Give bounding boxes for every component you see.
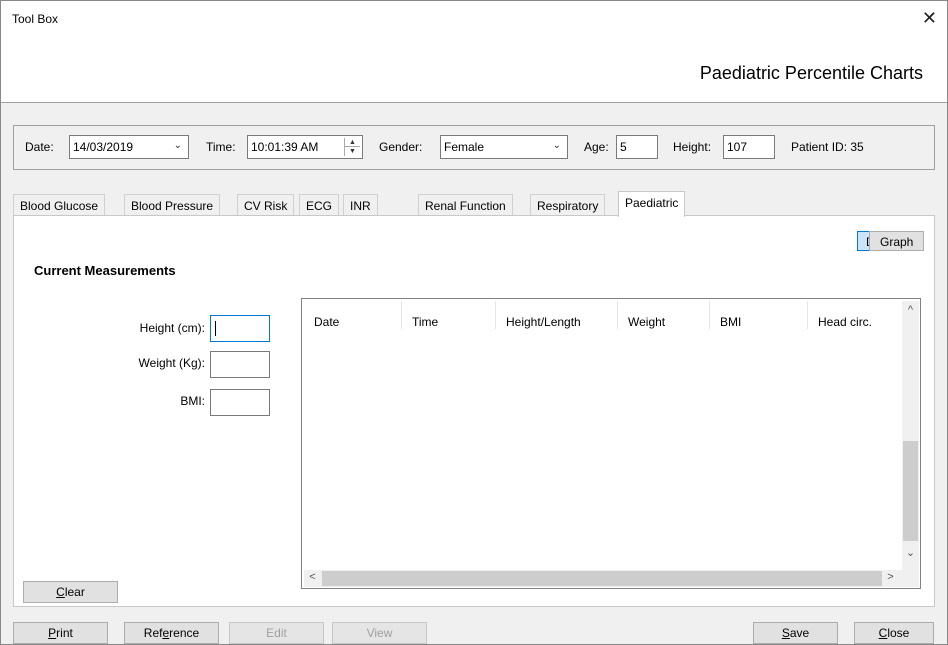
height-cm-input[interactable]: [210, 315, 270, 342]
weight-kg-input[interactable]: [210, 351, 270, 378]
date-value: 14/03/2019: [73, 140, 134, 154]
gender-label: Gender:: [379, 140, 423, 154]
height-field[interactable]: 107: [723, 135, 775, 159]
close-label-post: lose: [887, 626, 910, 640]
print-label-accel: P: [48, 626, 57, 640]
horizontal-scrollbar[interactable]: < >: [304, 570, 904, 587]
window-title: Tool Box: [12, 12, 59, 26]
vertical-scrollbar[interactable]: ^ ⌄: [902, 301, 919, 573]
tab-blood-pressure[interactable]: Blood Pressure: [124, 194, 221, 216]
column-weight[interactable]: Weight: [618, 301, 710, 329]
gender-value: Female: [444, 140, 485, 154]
vertical-scroll-thumb[interactable]: [903, 441, 918, 541]
table-header: Date Time Height/Length Weight BMI Head …: [304, 301, 902, 329]
age-value: 5: [620, 140, 627, 154]
tab-renal-function[interactable]: Renal Function: [418, 194, 513, 216]
close-icon[interactable]: ✕: [922, 9, 937, 27]
print-label-post: rint: [56, 626, 73, 640]
spin-up-icon[interactable]: ▲: [345, 138, 360, 147]
age-field[interactable]: 5: [616, 135, 658, 159]
gender-select[interactable]: Female ⌄: [440, 135, 568, 159]
tab-ecg[interactable]: ECG: [299, 194, 340, 216]
save-label-accel: S: [781, 626, 790, 640]
time-spinner[interactable]: ▲ ▼: [344, 138, 360, 156]
print-button[interactable]: Print: [13, 622, 108, 644]
save-label-post: ave: [789, 626, 810, 640]
edit-button[interactable]: Edit: [229, 622, 324, 644]
scroll-right-icon[interactable]: >: [882, 571, 899, 583]
patient-id: Patient ID: 35: [791, 140, 864, 154]
tab-cv-risk[interactable]: CV Risk: [237, 194, 295, 216]
scroll-up-icon[interactable]: ^: [902, 304, 919, 316]
bmi-label: BMI:: [180, 394, 205, 408]
measurements-table[interactable]: Date Time Height/Length Weight BMI Head …: [301, 298, 921, 589]
bmi-input[interactable]: [210, 389, 270, 416]
view-button[interactable]: View: [332, 622, 427, 644]
spin-down-icon[interactable]: ▼: [345, 147, 360, 156]
age-label: Age:: [584, 140, 609, 154]
column-height-length[interactable]: Height/Length: [496, 301, 618, 329]
tab-inr[interactable]: INR: [343, 194, 378, 216]
graph-view-button[interactable]: Graph: [869, 231, 925, 251]
title-bar: Tool Box ✕ Paediatric Percentile Charts: [1, 1, 947, 103]
date-picker[interactable]: 14/03/2019 ⌄: [69, 135, 189, 159]
column-bmi[interactable]: BMI: [710, 301, 808, 329]
patient-filter-bar: Date: 14/03/2019 ⌄ Time: 10:01:39 AM ▲ ▼…: [13, 125, 935, 170]
tab-blood-glucose[interactable]: Blood Glucose: [13, 194, 106, 216]
height-label: Height:: [673, 140, 712, 154]
reference-label-post: rence: [169, 626, 200, 640]
column-head-circ[interactable]: Head circ.: [808, 301, 902, 329]
column-date[interactable]: Date: [304, 301, 402, 329]
height-value: 107: [727, 140, 748, 154]
time-label: Time:: [206, 140, 236, 154]
weight-kg-label: Weight (Kg):: [138, 356, 205, 370]
tab-respiratory[interactable]: Respiratory: [530, 194, 606, 216]
table-body: Date Time Height/Length Weight BMI Head …: [304, 301, 902, 573]
time-value: 10:01:39 AM: [251, 140, 319, 154]
reference-button[interactable]: Reference: [124, 622, 219, 644]
time-picker[interactable]: 10:01:39 AM ▲ ▼: [247, 135, 363, 159]
close-button[interactable]: Close: [854, 622, 934, 644]
horizontal-scroll-thumb[interactable]: [322, 571, 882, 586]
scrollbar-corner: [902, 570, 919, 587]
scroll-down-icon[interactable]: ⌄: [902, 546, 919, 559]
page-title: Paediatric Percentile Charts: [699, 63, 923, 83]
scroll-left-icon[interactable]: <: [304, 571, 321, 583]
chevron-down-icon[interactable]: ⌄: [174, 139, 182, 153]
save-button[interactable]: Save: [753, 622, 838, 644]
clear-label-accel: C: [56, 585, 65, 599]
current-measurements-title: Current Measurements: [34, 263, 176, 278]
clear-button[interactable]: Clear: [23, 581, 118, 603]
height-cm-label: Height (cm):: [139, 321, 205, 335]
chevron-down-icon[interactable]: ⌄: [553, 139, 561, 153]
reference-label-pre: Ref: [143, 626, 163, 640]
clear-label-post: lear: [64, 585, 85, 599]
text-caret: [215, 321, 216, 336]
date-label: Date:: [25, 140, 54, 154]
tab-paediatric[interactable]: Paediatric: [618, 191, 686, 217]
column-time[interactable]: Time: [402, 301, 496, 329]
tool-box-window: Tool Box ✕ Paediatric Percentile Charts …: [0, 0, 948, 645]
